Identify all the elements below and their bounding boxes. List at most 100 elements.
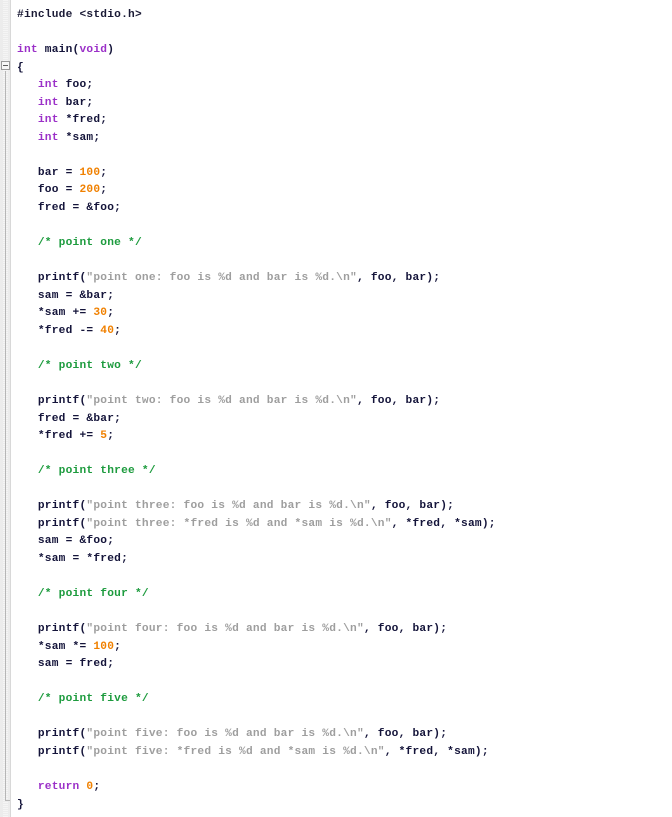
code-token-str: "point five: *fred is %d and *sam is %d.… (86, 745, 385, 758)
code-token-id: , *fred, *sam); (391, 517, 496, 530)
code-line[interactable]: int main(void) (12, 42, 672, 60)
code-line[interactable] (12, 25, 672, 43)
code-token-id: printf( (17, 517, 87, 530)
code-line[interactable] (12, 253, 672, 271)
code-token-id (17, 97, 38, 109)
code-token-num: 30 (93, 307, 108, 320)
code-line[interactable] (12, 709, 672, 727)
code-line[interactable]: *sam *= 100; (12, 639, 672, 657)
code-token-str: "point four: foo is %d and bar is %d.\n" (86, 623, 364, 636)
code-line[interactable]: printf("point three: *fred is %d and *sa… (12, 516, 672, 534)
code-line[interactable]: *sam = *fred; (12, 551, 672, 569)
code-line[interactable]: sam = fred; (12, 656, 672, 674)
code-line[interactable]: /* point five */ (12, 691, 672, 709)
code-token-pre: #include <stdio.h> (17, 9, 142, 21)
code-line[interactable]: /* point four */ (12, 586, 672, 604)
fold-guide-line-end (5, 800, 10, 801)
code-token-id: , foo, bar); (363, 728, 448, 741)
code-line[interactable] (12, 674, 672, 692)
code-line[interactable]: *fred += 5; (12, 428, 672, 446)
code-token-id: , foo, bar); (356, 395, 441, 408)
code-line[interactable]: int *sam; (12, 130, 672, 148)
code-line[interactable] (12, 218, 672, 236)
code-token-id: main( (37, 44, 80, 57)
code-token-id: , foo, bar); (356, 272, 441, 285)
code-line[interactable]: *fred -= 40; (12, 323, 672, 341)
code-line[interactable] (12, 147, 672, 165)
code-line[interactable]: /* point three */ (12, 463, 672, 481)
code-token-kw: int (37, 79, 59, 92)
code-line[interactable]: fred = &foo; (12, 200, 672, 218)
code-line[interactable]: printf("point five: foo is %d and bar is… (12, 726, 672, 744)
code-token-id: , *fred, *sam); (384, 745, 489, 758)
code-line[interactable] (12, 604, 672, 622)
code-line[interactable] (12, 375, 672, 393)
code-line[interactable]: bar = 100; (12, 165, 672, 183)
code-token-num: 40 (100, 324, 115, 337)
code-line[interactable]: *sam += 30; (12, 305, 672, 323)
fold-collapse-icon[interactable] (1, 61, 10, 70)
code-token-id: ; (114, 640, 122, 653)
code-token-str: "point three: *fred is %d and *sam is %d… (86, 517, 392, 530)
code-line[interactable] (12, 446, 672, 464)
code-token-id: printf( (17, 272, 87, 285)
code-token-id: bar; (58, 96, 94, 109)
code-token-kw: return (37, 781, 80, 794)
code-line[interactable]: sam = &foo; (12, 533, 672, 551)
code-line[interactable] (12, 569, 672, 587)
code-token-cmt: /* point four */ (37, 588, 149, 601)
code-line[interactable]: } (12, 797, 672, 815)
code-line[interactable]: printf("point three: foo is %d and bar i… (12, 498, 672, 516)
code-line[interactable]: printf("point two: foo is %d and bar is … (12, 393, 672, 411)
code-token-cmt: /* point five */ (37, 693, 149, 706)
code-token-id (17, 114, 38, 126)
code-token-cmt: /* point three */ (37, 465, 156, 478)
code-token-cmt: /* point one */ (37, 237, 142, 250)
code-line[interactable]: /* point one */ (12, 235, 672, 253)
code-line[interactable] (12, 340, 672, 358)
code-token-id (17, 465, 38, 477)
editor-gutter[interactable] (0, 0, 11, 817)
code-token-pun: } (17, 798, 24, 811)
code-token-id (17, 781, 38, 793)
code-token-id: , foo, bar); (370, 500, 455, 513)
code-editor-window: #include <stdio.h> int main(void){ int f… (0, 0, 672, 817)
code-token-id (17, 132, 38, 144)
code-token-id: printf( (17, 623, 87, 636)
code-line[interactable]: printf("point four: foo is %d and bar is… (12, 621, 672, 639)
code-token-str: "point one: foo is %d and bar is %d.\n" (86, 272, 357, 285)
code-line[interactable]: { (12, 60, 672, 78)
code-token-id: ; (114, 324, 122, 337)
code-token-id: foo; (58, 79, 94, 92)
code-token-id: ; (93, 781, 101, 794)
code-line[interactable]: foo = 200; (12, 182, 672, 200)
code-line[interactable]: int bar; (12, 95, 672, 113)
code-token-kw: int (37, 131, 59, 144)
code-token-id: *sam += (17, 307, 94, 320)
code-line[interactable]: return 0; (12, 779, 672, 797)
code-line[interactable]: fred = &bar; (12, 411, 672, 429)
code-line[interactable] (12, 762, 672, 780)
code-token-id: ; (100, 184, 108, 197)
code-line[interactable]: printf("point five: *fred is %d and *sam… (12, 744, 672, 762)
code-token-cmt: /* point two */ (37, 359, 142, 372)
code-line[interactable]: int foo; (12, 77, 672, 95)
code-token-id: sam = &bar; (17, 289, 115, 302)
code-line[interactable]: int *fred; (12, 112, 672, 130)
code-token-id: fred = &foo; (17, 202, 122, 215)
code-token-id: printf( (17, 395, 87, 408)
code-line[interactable]: sam = &bar; (12, 288, 672, 306)
code-token-id: printf( (17, 745, 87, 758)
code-text-area[interactable]: #include <stdio.h> int main(void){ int f… (12, 0, 672, 817)
code-line[interactable]: /* point two */ (12, 358, 672, 376)
code-line[interactable]: #include <stdio.h> (12, 7, 672, 25)
code-token-id: *sam *= (17, 640, 94, 653)
code-token-id: *fred += (17, 430, 101, 443)
code-token-str: "point two: foo is %d and bar is %d.\n" (86, 395, 357, 408)
code-token-kw: int (17, 44, 38, 57)
code-line[interactable]: printf("point one: foo is %d and bar is … (12, 270, 672, 288)
code-token-id: sam = &foo; (17, 535, 115, 548)
code-token-id: printf( (17, 728, 87, 741)
code-token-id: *sam = *fred; (17, 552, 129, 565)
code-line[interactable] (12, 481, 672, 499)
